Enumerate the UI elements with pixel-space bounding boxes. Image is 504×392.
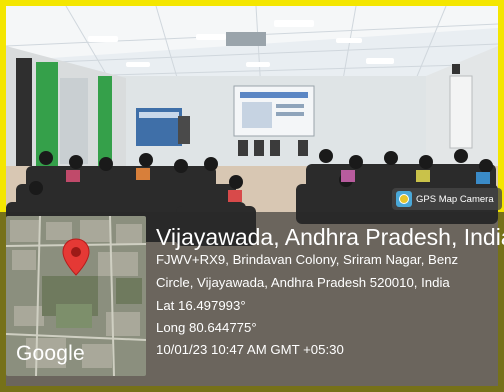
map-pin-icon xyxy=(62,238,90,276)
address-line-1: FJWV+RX9, Brindavan Colony, Sriram Nagar… xyxy=(156,252,459,267)
gps-map-camera-badge: GPS Map Camera xyxy=(392,188,502,210)
gps-badge-label: GPS Map Camera xyxy=(416,193,494,205)
address-line-2: Circle, Vijayawada, Andhra Pradesh 52001… xyxy=(156,275,450,290)
gps-map-camera-logo-icon xyxy=(396,191,412,207)
latitude: Lat 16.497993° xyxy=(156,298,246,313)
datetime-stamp: 10/01/23 10:47 AM GMT +05:30 xyxy=(156,342,344,357)
google-logo: Google xyxy=(16,342,85,365)
location-title: Vijayawada, Andhra Pradesh, India xyxy=(156,224,504,250)
longitude: Long 80.644775° xyxy=(156,320,257,335)
